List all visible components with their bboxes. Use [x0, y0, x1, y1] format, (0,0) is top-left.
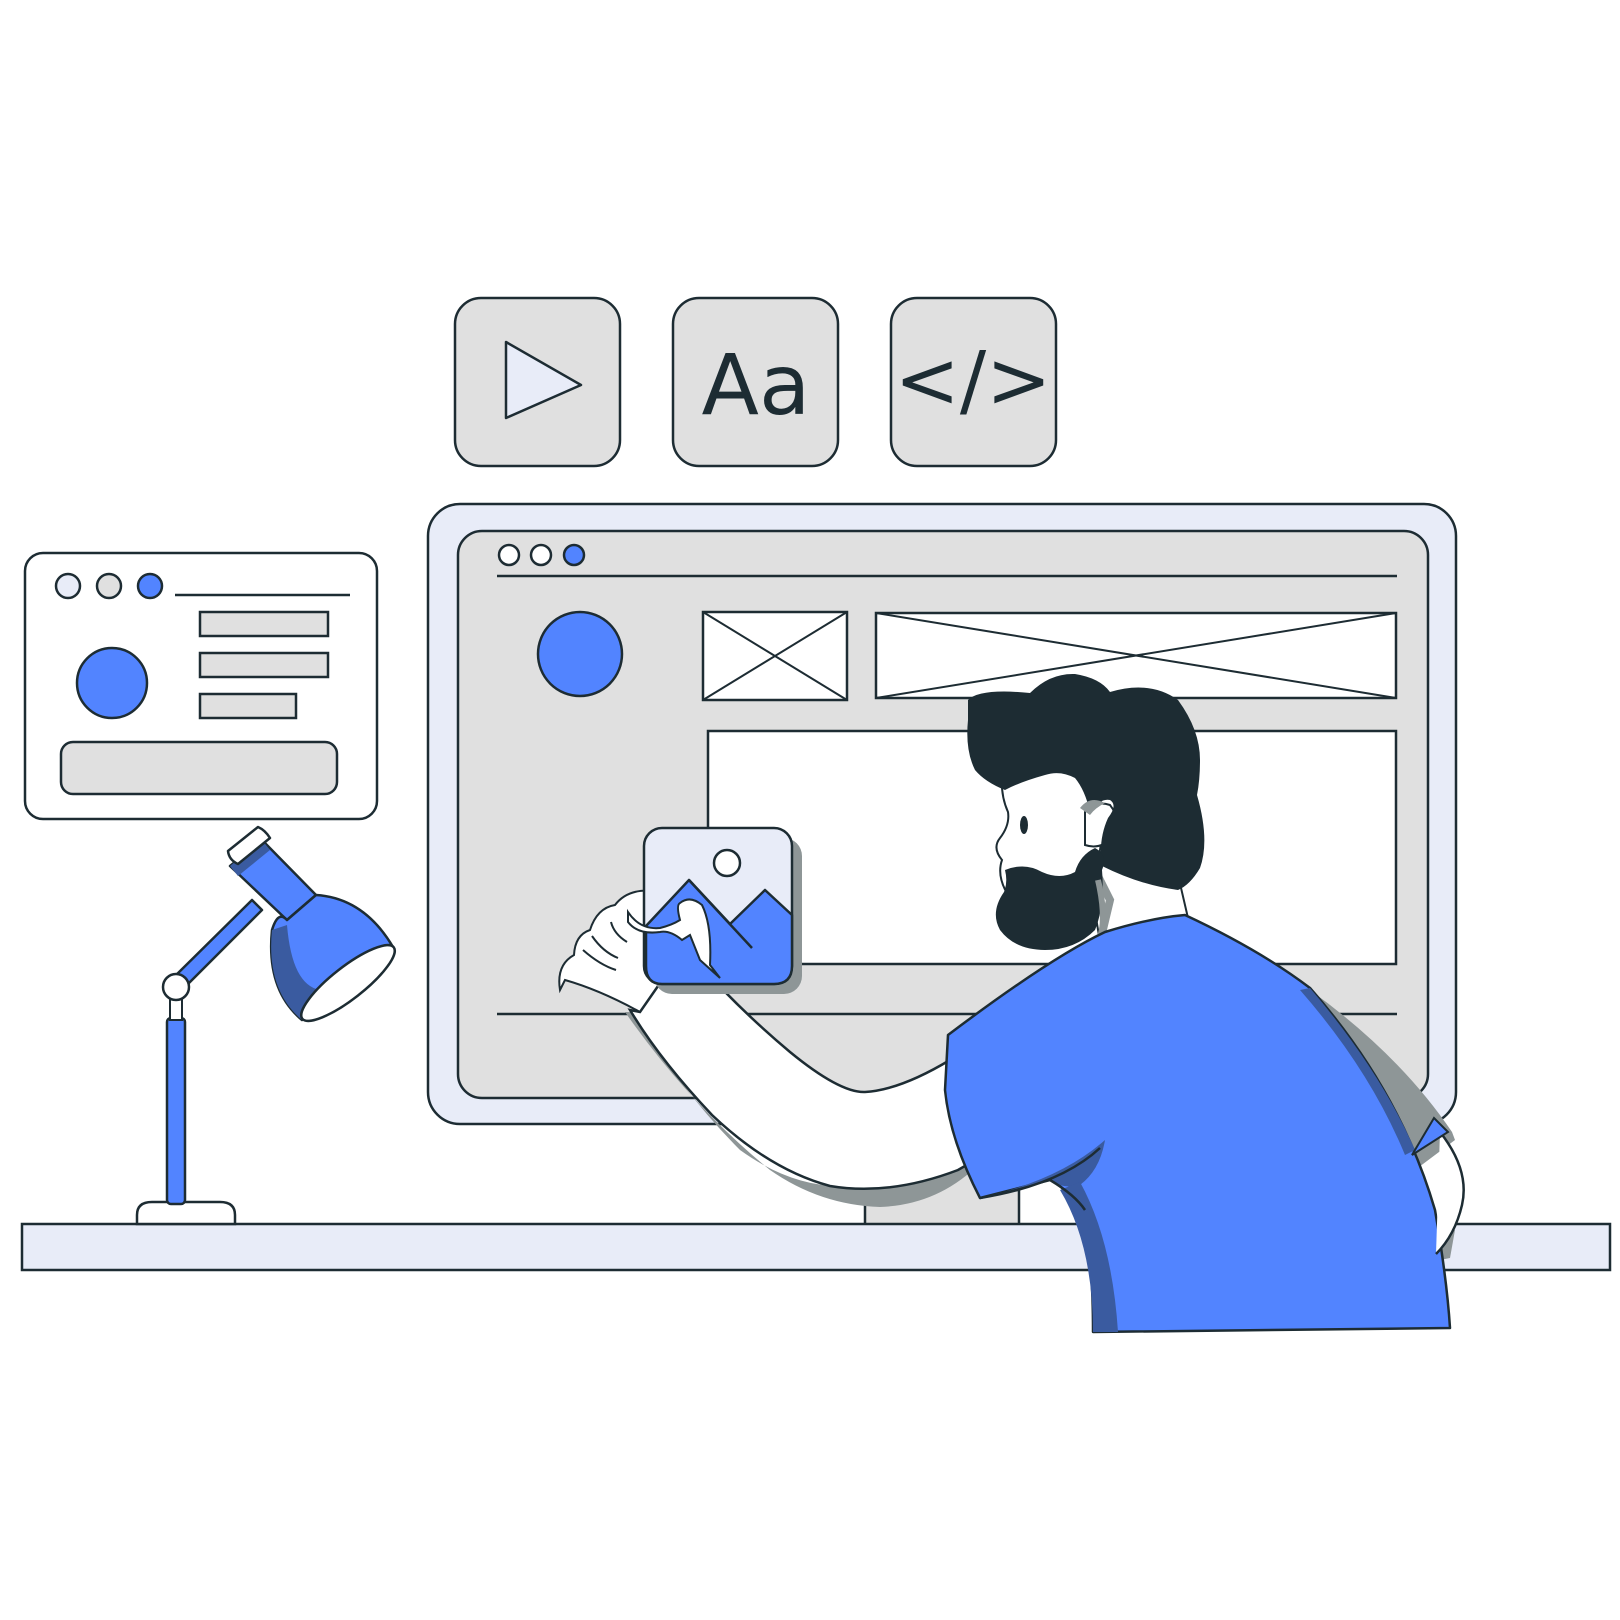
card-button-placeholder: [59, 740, 339, 796]
desk-lamp: [135, 825, 397, 1226]
eye: [1020, 816, 1028, 834]
code-tile: </>: [889, 296, 1058, 468]
code-icon: </>: [895, 336, 1052, 426]
image-placeholder-small: [701, 610, 849, 702]
typography-icon: Aa: [702, 336, 811, 434]
monitor-dot-2: [529, 543, 553, 567]
browser-card: [23, 551, 379, 821]
window-dot-3: [136, 572, 164, 600]
avatar-placeholder: [75, 646, 149, 720]
developer-illustration: Aa </>: [20, 296, 1612, 1334]
image-card: [642, 826, 802, 994]
monitor-dot-1: [497, 543, 521, 567]
media-tile: [453, 296, 622, 468]
image-placeholder-wide: [874, 611, 1398, 700]
monitor-dot-3: [562, 543, 586, 567]
window-dot-1: [54, 572, 82, 600]
profile-placeholder: [536, 610, 624, 698]
sun-icon: [712, 848, 742, 878]
typography-tile: Aa: [671, 296, 840, 468]
window-dot-2: [95, 572, 123, 600]
